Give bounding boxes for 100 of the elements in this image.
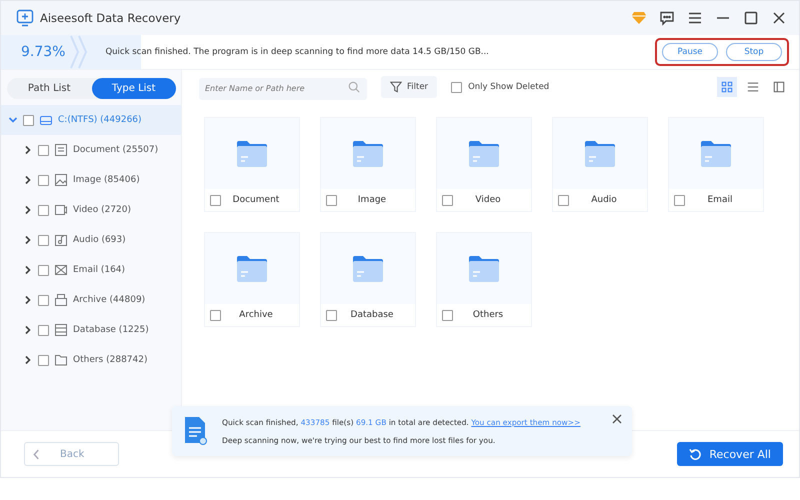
checkbox[interactable] (674, 194, 685, 206)
app-logo-icon (16, 9, 34, 27)
checkbox[interactable] (38, 144, 49, 156)
folder-icon (468, 140, 500, 168)
database-icon (54, 323, 68, 337)
folder-tile[interactable]: Others (436, 232, 532, 327)
tree-label: Video (2720) (73, 205, 132, 215)
progress-percent: 9.73% (21, 44, 66, 60)
folder-label: Document (232, 195, 280, 205)
checkbox-label: Only Show Deleted (468, 82, 550, 92)
chevron-right-icon[interactable] (23, 265, 33, 275)
chevron-right-icon[interactable] (23, 355, 33, 365)
tree-item[interactable]: Image (85406) (1, 165, 181, 195)
checkbox[interactable] (451, 82, 462, 92)
checkbox[interactable] (38, 324, 49, 336)
undo-icon (689, 448, 702, 460)
checkbox[interactable] (442, 310, 453, 320)
folder-icon (236, 254, 268, 282)
checkbox[interactable] (210, 194, 221, 206)
folder-icon (54, 353, 68, 367)
chevron-right-icon[interactable] (23, 325, 33, 335)
filter-button[interactable]: Filter (381, 76, 438, 98)
progress-message: Quick scan finished. The program is in deep scanning to find more data 14.5 GB/150 GB... (105, 47, 489, 57)
double-chevron-icon (69, 35, 90, 69)
tree-label: Image (85406) (73, 175, 140, 185)
tree-item[interactable]: Archive (44809) (1, 285, 181, 315)
search-icon (348, 81, 360, 93)
list-icon (747, 81, 759, 93)
document-icon (182, 416, 208, 446)
recover-all-button[interactable]: Recover All (677, 442, 783, 466)
tree-label: Email (164) (73, 265, 126, 275)
checkbox[interactable] (326, 194, 337, 206)
video-icon (54, 203, 68, 217)
grid-view-button[interactable] (717, 77, 737, 97)
close-icon[interactable] (771, 10, 787, 26)
search-field[interactable]: Enter Name or Path here (199, 78, 367, 100)
tree-item[interactable]: Audio (693) (1, 225, 181, 255)
tree-label: Audio (693) (73, 235, 126, 245)
tree-item[interactable]: Document (25507) (1, 135, 181, 165)
chevron-right-icon[interactable] (23, 235, 33, 245)
folder-tile[interactable]: Video (436, 117, 532, 212)
image-icon (54, 173, 68, 187)
list-tab[interactable]: Path List (7, 78, 92, 99)
chevron-right-icon[interactable] (23, 145, 33, 155)
checkbox[interactable] (38, 174, 49, 186)
folder-icon (584, 140, 616, 168)
list-tab[interactable]: Type List (92, 78, 176, 99)
folder-icon (352, 254, 384, 282)
audio-icon (54, 233, 68, 247)
chevron-right-icon[interactable] (23, 175, 33, 185)
folder-tile[interactable]: Archive (204, 232, 300, 327)
diamond-icon[interactable] (631, 11, 647, 25)
scan-control-button[interactable]: Pause (662, 43, 718, 61)
tree-label: Others (288742) (73, 355, 148, 365)
checkbox[interactable] (326, 310, 337, 320)
chevron-left-icon (33, 448, 40, 460)
document-icon (54, 143, 68, 157)
folder-tile[interactable]: Document (204, 117, 300, 212)
close-icon[interactable] (612, 414, 622, 424)
checkbox[interactable] (558, 194, 569, 206)
folder-label: Database (350, 310, 394, 320)
checkbox[interactable] (442, 194, 453, 206)
chevron-down-icon[interactable] (8, 115, 18, 125)
checkbox[interactable] (23, 114, 34, 126)
checkbox[interactable] (38, 204, 49, 216)
drive-icon (39, 113, 53, 127)
chat-icon[interactable] (659, 10, 675, 26)
folder-label: Audio (590, 195, 618, 205)
folder-icon (468, 254, 500, 282)
folder-icon (236, 140, 268, 168)
folder-tile[interactable]: Database (320, 232, 416, 327)
folder-tile[interactable]: Audio (552, 117, 648, 212)
tree-item[interactable]: Video (2720) (1, 195, 181, 225)
folder-tile[interactable]: Image (320, 117, 416, 212)
scan-control-button[interactable]: Stop (726, 43, 782, 61)
folder-tile[interactable]: Email (668, 117, 764, 212)
checkbox[interactable] (38, 264, 49, 276)
window-title: Aiseesoft Data Recovery (40, 11, 181, 25)
grid-icon (721, 81, 733, 93)
tree-item[interactable]: Database (1225) (1, 315, 181, 345)
tree-item[interactable]: Others (288742) (1, 345, 181, 375)
archive-icon (54, 293, 68, 307)
folder-label: Email (706, 195, 734, 205)
chevron-right-icon[interactable] (23, 205, 33, 215)
maximize-icon[interactable] (743, 10, 759, 26)
tree-label: Database (1225) (73, 325, 149, 335)
tree-item[interactable]: Email (164) (1, 255, 181, 285)
chevron-right-icon[interactable] (23, 295, 33, 305)
funnel-icon (390, 81, 402, 93)
checkbox[interactable] (38, 354, 49, 366)
checkbox[interactable] (210, 310, 221, 320)
folder-icon (700, 140, 732, 168)
checkbox[interactable] (38, 234, 49, 246)
tree-label: Archive (44809) (73, 295, 146, 305)
folder-label: Others (472, 310, 504, 320)
folder-label: Video (474, 195, 502, 205)
folder-label: Image (356, 195, 388, 205)
email-icon (54, 263, 68, 277)
menu-icon[interactable] (687, 10, 703, 26)
checkbox[interactable] (38, 294, 49, 306)
